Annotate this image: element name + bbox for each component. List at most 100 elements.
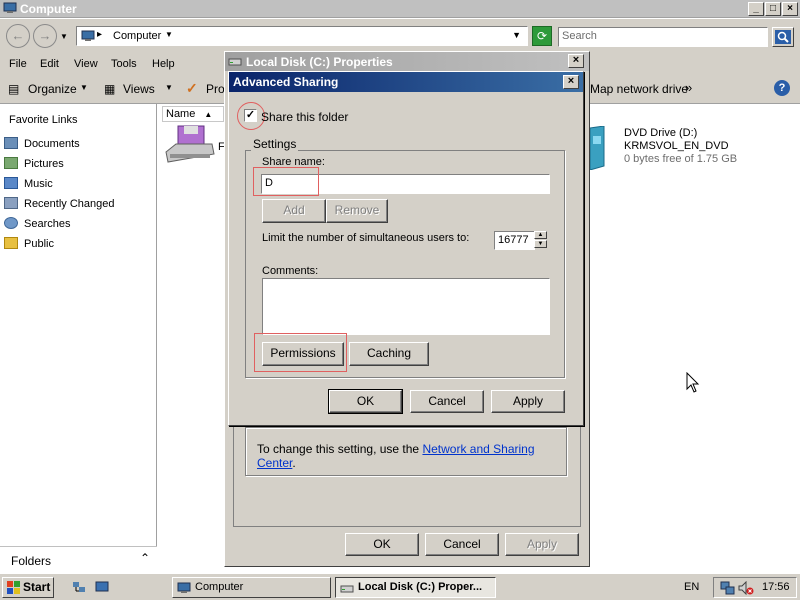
close-window-button[interactable]: × bbox=[782, 2, 798, 16]
search-input[interactable]: Search bbox=[558, 27, 768, 47]
searches-icon bbox=[4, 217, 18, 229]
sidebar-item-label: Pictures bbox=[24, 158, 64, 170]
map-network-drive-button[interactable]: Map network drive bbox=[590, 82, 688, 96]
computer-icon bbox=[3, 2, 17, 13]
spin-up-icon[interactable]: ▲ bbox=[534, 231, 547, 239]
help-button[interactable]: ? bbox=[774, 80, 790, 96]
advanced-sharing-dialog: Advanced Sharing × ✓ Share this folder S… bbox=[228, 71, 584, 426]
explorer-title-bar: Computer _ □ × bbox=[0, 0, 800, 18]
user-limit-label: Limit the number of simultaneous users t… bbox=[262, 232, 470, 244]
network-setting-group: To change this setting, use the Network … bbox=[245, 427, 567, 476]
address-dropdown-icon[interactable]: ▼ bbox=[512, 30, 521, 40]
more-commands-chevron[interactable]: » bbox=[685, 80, 692, 95]
back-button[interactable]: ← bbox=[6, 24, 30, 48]
clock[interactable]: 17:56 bbox=[762, 581, 790, 593]
sidebar-item-label: Searches bbox=[24, 218, 71, 230]
breadcrumb-separator-icon[interactable]: ▸ bbox=[97, 29, 102, 40]
minimize-button[interactable]: _ bbox=[748, 2, 764, 16]
taskbar-item-computer[interactable]: Computer bbox=[172, 577, 331, 598]
views-icon: ▦ bbox=[104, 82, 116, 96]
remove-share-name-button[interactable]: Remove bbox=[326, 199, 388, 223]
spin-down-icon[interactable]: ▼ bbox=[534, 240, 547, 248]
advanced-sharing-title-bar: Advanced Sharing × bbox=[229, 72, 583, 92]
column-header-label: Name bbox=[166, 108, 196, 120]
public-folder-icon bbox=[4, 237, 18, 249]
refresh-button[interactable]: ⟳ bbox=[532, 26, 552, 46]
window-title: Computer bbox=[20, 2, 77, 16]
refresh-icon: ⟳ bbox=[536, 29, 548, 43]
organize-icon: ▤ bbox=[8, 82, 20, 96]
sidebar-item-documents[interactable]: Documents bbox=[4, 137, 80, 150]
sidebar-item-searches[interactable]: Searches bbox=[4, 217, 70, 230]
share-this-folder-label[interactable]: Share this folder bbox=[261, 110, 348, 124]
network-status-icon[interactable] bbox=[720, 581, 736, 595]
change-setting-text: To change this setting, use the Network … bbox=[257, 442, 566, 470]
sidebar-item-public[interactable]: Public bbox=[4, 237, 54, 250]
comments-label: Comments: bbox=[262, 265, 319, 277]
organize-button[interactable]: ▤ Organize ▼ bbox=[8, 80, 88, 98]
settings-legend: Settings bbox=[251, 137, 299, 151]
user-limit-input[interactable]: 16777 bbox=[494, 231, 535, 250]
highlight-box-permissions bbox=[254, 333, 347, 372]
highlight-box-share-name bbox=[253, 167, 319, 196]
sidebar-item-recently-changed[interactable]: Recently Changed bbox=[4, 197, 115, 210]
taskbar-item-label: Local Disk (C:) Proper... bbox=[358, 581, 483, 593]
disk-icon bbox=[228, 58, 242, 66]
add-share-name-button[interactable]: Add bbox=[262, 199, 326, 223]
properties-title: Local Disk (C:) Properties bbox=[246, 55, 393, 69]
properties-apply-button[interactable]: Apply bbox=[505, 533, 579, 556]
advanced-cancel-button[interactable]: Cancel bbox=[410, 390, 484, 413]
chevron-up-icon: ⌃ bbox=[140, 551, 151, 565]
taskbar-item-local-disk-properties[interactable]: Local Disk (C:) Proper... bbox=[335, 577, 496, 598]
dvd-drive-item[interactable]: DVD Drive (D:) KRMSVOL_EN_DVD 0 bytes fr… bbox=[624, 127, 737, 166]
chevron-down-icon: ▼ bbox=[165, 83, 173, 92]
properties-button[interactable]: ✓ Pro bbox=[186, 80, 226, 98]
comments-textarea[interactable] bbox=[262, 278, 550, 335]
menu-tools[interactable]: Tools bbox=[111, 58, 137, 70]
sidebar-item-pictures[interactable]: Pictures bbox=[4, 157, 64, 170]
menu-edit[interactable]: Edit bbox=[40, 58, 59, 70]
properties-ok-button[interactable]: OK bbox=[345, 533, 419, 556]
music-icon bbox=[4, 177, 18, 189]
address-input[interactable]: ▸ Computer ▼ ▼ bbox=[76, 26, 528, 46]
column-header-name[interactable]: Name ▲ bbox=[162, 106, 224, 122]
address-bar-area: ← → ▼ ▸ Computer ▼ ▼ ⟳ Search bbox=[0, 19, 800, 52]
network-quicklaunch-icon[interactable] bbox=[72, 581, 86, 593]
sidebar-item-music[interactable]: Music bbox=[4, 177, 53, 190]
menu-file[interactable]: File bbox=[9, 58, 27, 70]
start-label: Start bbox=[23, 580, 51, 594]
language-indicator[interactable]: EN bbox=[684, 581, 699, 593]
forward-button[interactable]: → bbox=[33, 24, 57, 48]
dvd-drive-volume-label: KRMSVOL_EN_DVD bbox=[624, 140, 729, 152]
menu-help[interactable]: Help bbox=[152, 58, 175, 70]
advanced-apply-button[interactable]: Apply bbox=[491, 390, 565, 413]
computer-icon bbox=[177, 582, 191, 593]
change-setting-prefix: To change this setting, use the bbox=[257, 442, 423, 456]
show-desktop-icon[interactable] bbox=[95, 581, 109, 593]
views-label: Views bbox=[123, 82, 155, 96]
recent-pages-chevron-icon[interactable]: ▼ bbox=[60, 32, 68, 41]
views-button[interactable]: ▦ Views ▼ bbox=[104, 80, 174, 98]
breadcrumb[interactable]: Computer bbox=[113, 30, 161, 42]
start-button[interactable]: Start bbox=[2, 577, 54, 598]
maximize-button[interactable]: □ bbox=[765, 2, 781, 16]
system-tray: 17:56 bbox=[713, 577, 797, 598]
properties-label: Pro bbox=[206, 82, 225, 96]
properties-title-bar: Local Disk (C:) Properties × bbox=[225, 52, 589, 71]
folders-toggle[interactable]: Folders ⌃ bbox=[0, 546, 157, 571]
computer-icon bbox=[81, 30, 95, 41]
search-icon bbox=[775, 30, 791, 44]
breadcrumb-chevron-icon[interactable]: ▼ bbox=[165, 30, 173, 39]
search-button[interactable] bbox=[772, 27, 794, 47]
forward-arrow-icon: → bbox=[38, 28, 52, 43]
volume-muted-icon[interactable] bbox=[738, 581, 754, 595]
caching-button[interactable]: Caching bbox=[349, 342, 429, 366]
properties-close-button[interactable]: × bbox=[568, 54, 584, 68]
advanced-sharing-close-button[interactable]: × bbox=[563, 75, 579, 89]
menu-view[interactable]: View bbox=[74, 58, 98, 70]
advanced-sharing-title: Advanced Sharing bbox=[233, 75, 339, 89]
properties-cancel-button[interactable]: Cancel bbox=[425, 533, 499, 556]
advanced-ok-button[interactable]: OK bbox=[328, 389, 403, 414]
local-disk-icon[interactable] bbox=[164, 124, 216, 166]
favorite-links-heading: Favorite Links bbox=[9, 114, 78, 126]
